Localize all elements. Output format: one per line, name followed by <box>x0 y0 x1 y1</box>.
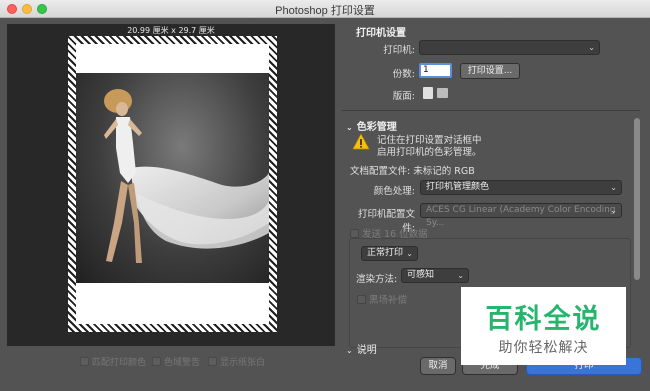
landscape-orientation-icon[interactable] <box>437 88 448 98</box>
printer-setup-heading: 打印机设置 <box>356 28 406 39</box>
paper-size-label: 20.99 厘米 x 29.7 厘米 <box>127 26 215 35</box>
warning-line-2: 启用打印机的色彩管理。 <box>377 147 482 158</box>
checkbox-label: 匹配打印颜色 <box>92 358 147 368</box>
copies-input[interactable]: 1 <box>419 63 452 78</box>
color-management-heading[interactable]: ⌄ 色彩管理 <box>346 118 397 133</box>
printer-profile-value: ACES CG Linear (Academy Color Encoding S… <box>426 205 616 228</box>
print-preview: 20.99 厘米 x 29.7 厘米 <box>7 24 335 346</box>
printable-area <box>76 44 269 324</box>
printer-label: 打印机: <box>383 45 415 56</box>
printer-profile-select[interactable]: ACES CG Linear (Academy Color Encoding S… <box>420 203 622 228</box>
match-print-colors-checkbox[interactable]: 匹配打印颜色 <box>80 355 146 368</box>
settings-scrollbar[interactable] <box>633 114 641 344</box>
disclosure-triangle-icon: ⌄ <box>346 123 353 132</box>
portrait-orientation-icon[interactable] <box>423 87 433 99</box>
copies-label: 份数: <box>392 69 415 80</box>
print-settings-window: Photoshop 打印设置 20.99 厘米 x 29.7 厘米 匹配打印颜色… <box>0 0 650 391</box>
watermark-title: 百科全说 <box>485 304 602 335</box>
color-handling-select[interactable]: 打印机管理颜色 ⌄ <box>420 180 622 195</box>
section-divider <box>342 110 640 111</box>
cancel-button[interactable]: 取消 <box>420 357 456 375</box>
rendering-intent-label: 渲染方法: <box>356 274 398 285</box>
checkbox-box <box>350 229 359 238</box>
chevron-down-icon: ⌄ <box>457 271 464 280</box>
checkbox-box <box>208 357 217 366</box>
layout-label: 版面: <box>392 91 415 102</box>
watermark-logo: 百科全说 助你轻松解决 <box>461 287 626 365</box>
checkbox-box <box>80 357 89 366</box>
chevron-down-icon: ⌄ <box>588 43 595 52</box>
rendering-intent-value: 可感知 <box>407 270 435 280</box>
scrollbar-thumb[interactable] <box>634 118 640 280</box>
checkbox-label: 色域警告 <box>164 358 201 368</box>
description-heading[interactable]: ⌄ 说明 <box>346 341 377 356</box>
warning-icon <box>352 133 370 150</box>
checkbox-label: 显示纸张白 <box>220 358 266 368</box>
preview-image[interactable] <box>76 73 269 283</box>
black-point-compensation-checkbox[interactable]: 黑场补偿 <box>357 292 407 306</box>
checkbox-box <box>357 295 366 304</box>
rendering-intent-select[interactable]: 可感知 ⌄ <box>401 268 469 283</box>
gamut-warning-checkbox[interactable]: 色域警告 <box>152 355 200 368</box>
disclosure-triangle-icon: ⌄ <box>346 346 353 355</box>
chevron-down-icon: ⌄ <box>610 183 617 192</box>
color-handling-label: 颜色处理: <box>373 186 415 197</box>
title-bar: Photoshop 打印设置 <box>0 0 650 18</box>
description-title: 说明 <box>356 345 377 356</box>
printer-select[interactable]: ⌄ <box>419 40 600 55</box>
show-paper-white-checkbox[interactable]: 显示纸张白 <box>208 355 265 368</box>
watermark-subtitle: 助你轻松解决 <box>498 340 589 356</box>
document-profile: 文档配置文件: 未标记的 RGB <box>350 166 475 177</box>
window-title: Photoshop 打印设置 <box>275 5 375 17</box>
black-point-label: 黑场补偿 <box>369 295 408 306</box>
print-settings-button[interactable]: 打印设置... <box>460 63 520 79</box>
chevron-down-icon: ⌄ <box>406 249 413 258</box>
normal-print-value: 正常打印 <box>367 248 404 258</box>
chevron-down-icon: ⌄ <box>610 206 617 215</box>
normal-print-select[interactable]: 正常打印 ⌄ <box>361 246 418 261</box>
checkbox-box <box>152 357 161 366</box>
color-handling-value: 打印机管理颜色 <box>426 182 490 192</box>
paper-preview <box>68 36 277 332</box>
